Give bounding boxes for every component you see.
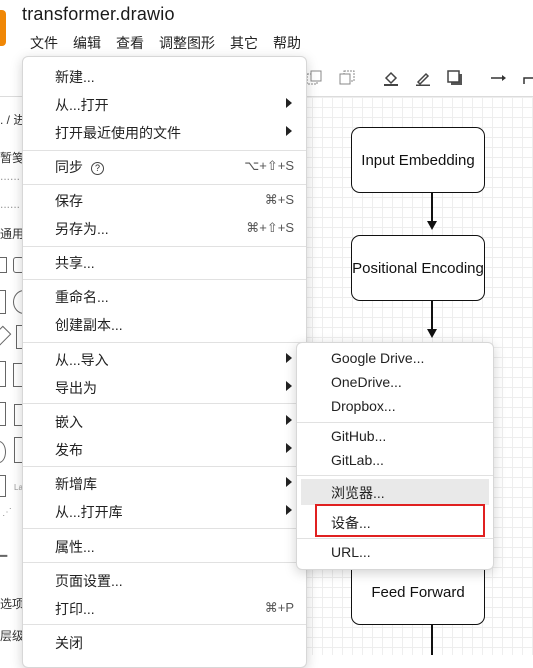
menu-item-import-from[interactable]: 从...导入	[23, 345, 306, 373]
fill-color-icon[interactable]	[382, 70, 400, 88]
line-color-icon[interactable]	[414, 70, 432, 88]
menu-item-share[interactable]: 共享...	[23, 248, 306, 276]
sidebar-dotted-divider-2: ......	[0, 197, 21, 211]
menu-item-make-copy[interactable]: 创建副本...	[23, 310, 306, 338]
submenu-item-google-drive[interactable]: Google Drive...	[297, 346, 493, 372]
chevron-right-icon	[286, 415, 292, 425]
chevron-right-icon	[286, 381, 292, 391]
menu-file[interactable]: 文件	[30, 33, 58, 53]
help-icon[interactable]: ?	[91, 162, 104, 175]
submenu-item-gitlab[interactable]: GitLab...	[297, 448, 493, 474]
edge-5	[431, 625, 433, 655]
menu-item-export-as[interactable]: 导出为	[23, 373, 306, 401]
menu-help[interactable]: 帮助	[273, 33, 301, 53]
sidebar-scratchpad-label[interactable]: 暂笺本	[0, 149, 22, 166]
menu-separator	[23, 150, 306, 151]
chevron-right-icon	[286, 443, 292, 453]
menu-edit[interactable]: 编辑	[73, 33, 101, 53]
menu-item-new-library[interactable]: 新增库	[23, 469, 306, 497]
menu-separator	[23, 624, 306, 625]
menu-separator	[23, 466, 306, 467]
sidebar-shape-line[interactable]: ⋰	[2, 507, 12, 518]
sidebar-layers-label[interactable]: 层级	[0, 627, 22, 644]
shadow-icon[interactable]	[446, 70, 464, 88]
sidebar-shape-circle[interactable]	[0, 441, 6, 463]
submenu-separator	[297, 538, 493, 539]
shape-sidebar: . / 进 暂笺本 ...... ...... 通用 Lab ⋰ ━ 选项 层级	[0, 97, 23, 655]
menu-item-new[interactable]: 新建...	[23, 62, 306, 90]
device-highlight-annotation	[315, 504, 485, 537]
submenu-separator	[297, 422, 493, 423]
menu-item-close[interactable]: 关闭	[23, 628, 306, 656]
menu-extras[interactable]: 其它	[230, 33, 258, 53]
app-title: transformer.drawio	[22, 4, 175, 24]
chevron-right-icon	[286, 353, 292, 363]
menu-item-rename[interactable]: 重命名...	[23, 282, 306, 310]
edge-2	[431, 301, 433, 329]
chevron-right-icon	[286, 98, 292, 108]
submenu-item-browser[interactable]: 浏览器...	[301, 479, 489, 505]
sidebar-line-shape[interactable]: ━	[0, 549, 7, 563]
menu-separator	[23, 184, 306, 185]
sidebar-options-label[interactable]: 选项	[0, 595, 22, 612]
menu-item-embed[interactable]: 嵌入	[23, 407, 306, 435]
menu-item-open-library-from[interactable]: 从...打开库	[23, 497, 306, 525]
sidebar-shape-bar[interactable]	[0, 361, 6, 387]
menu-item-open-from[interactable]: 从...打开	[23, 90, 306, 118]
menu-item-publish[interactable]: 发布	[23, 435, 306, 463]
chevron-right-icon	[286, 477, 292, 487]
drawio-logo-icon	[0, 10, 6, 46]
sidebar-shape-diamond[interactable]	[0, 325, 12, 349]
waypoint-icon[interactable]	[520, 70, 533, 88]
menu-separator	[23, 279, 306, 280]
chevron-right-icon	[286, 126, 292, 136]
sidebar-shape-rect[interactable]	[0, 257, 7, 273]
sidebar-dotted-divider: ......	[0, 169, 21, 183]
submenu-item-github[interactable]: GitHub...	[297, 424, 493, 450]
submenu-separator	[297, 475, 493, 476]
sidebar-shape-note[interactable]	[0, 475, 6, 497]
menu-item-open-recent[interactable]: 打开最近使用的文件	[23, 118, 306, 146]
node-positional-encoding[interactable]: Positional Encoding	[351, 235, 485, 301]
sidebar-general-label[interactable]: 通用	[0, 225, 22, 242]
menu-separator	[23, 246, 306, 247]
menu-item-properties[interactable]: 属性...	[23, 532, 306, 560]
menu-item-save-as[interactable]: 另存为... ⌘+⇧+S	[23, 214, 306, 242]
submenu-item-dropbox[interactable]: Dropbox...	[297, 394, 493, 420]
sidebar-shape-document[interactable]	[0, 402, 6, 426]
menu-view[interactable]: 查看	[116, 33, 144, 53]
menu-separator	[23, 342, 306, 343]
menu-separator	[23, 403, 306, 404]
sidebar-shape-text[interactable]	[0, 290, 6, 314]
menu-item-save[interactable]: 保存 ⌘+S	[23, 186, 306, 214]
menu-separator	[23, 528, 306, 529]
submenu-item-onedrive[interactable]: OneDrive...	[297, 370, 493, 396]
edge-1	[431, 193, 433, 221]
chevron-right-icon	[286, 505, 292, 515]
menu-item-print[interactable]: 打印... ⌘+P	[23, 594, 306, 622]
sidebar-search-fragment: . / 进	[0, 113, 23, 127]
file-menu: 新建... 从...打开 打开最近使用的文件 同步? ⌥+⇧+S 保存 ⌘+S …	[22, 56, 307, 668]
menubar: 文件 编辑 查看 调整图形 其它 帮助	[30, 33, 316, 53]
edge-2-arrowhead	[427, 329, 437, 338]
to-back-icon[interactable]	[338, 70, 356, 88]
menu-arrange[interactable]: 调整图形	[159, 33, 215, 53]
menu-item-page-setup[interactable]: 页面设置...	[23, 566, 306, 594]
edge-1-arrowhead	[427, 221, 437, 230]
to-front-icon[interactable]	[305, 70, 323, 88]
menu-item-synchronize[interactable]: 同步? ⌥+⇧+S	[23, 152, 306, 180]
connection-arrow-icon[interactable]	[490, 70, 508, 88]
submenu-item-url[interactable]: URL...	[297, 540, 493, 566]
menu-separator	[23, 562, 306, 563]
node-input-embedding[interactable]: Input Embedding	[351, 127, 485, 193]
